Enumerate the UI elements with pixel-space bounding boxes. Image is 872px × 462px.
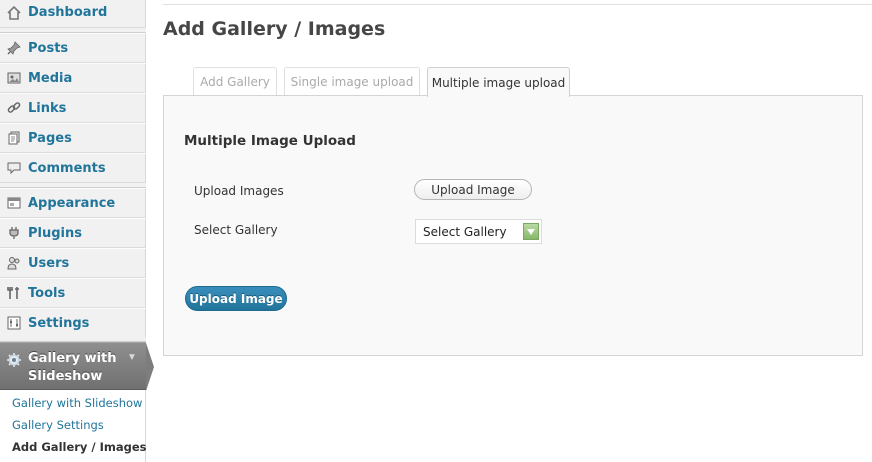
upload-panel: Multiple Image Upload Upload Images Uplo… bbox=[163, 95, 863, 356]
chevron-down-icon: ▼ bbox=[127, 352, 137, 363]
pushpin-icon bbox=[6, 40, 22, 56]
appearance-icon bbox=[6, 195, 22, 211]
sidebar-item-label: Appearance bbox=[28, 195, 116, 211]
sidebar-item-label: Plugins bbox=[28, 225, 82, 241]
gallery-select[interactable]: Select Gallery bbox=[415, 219, 542, 244]
sidebar-item-label: Media bbox=[28, 70, 73, 86]
upload-image-submit-button[interactable]: Upload Image bbox=[185, 286, 287, 311]
sidebar-item-label: Links bbox=[28, 100, 67, 116]
submenu-item-gallery-with-slideshow[interactable]: Gallery with Slideshow bbox=[12, 396, 142, 410]
top-divider bbox=[163, 4, 872, 5]
sidebar-item-label: Posts bbox=[28, 40, 69, 56]
sidebar-item-appearance[interactable]: Appearance bbox=[0, 188, 146, 218]
comment-bubble-icon bbox=[6, 160, 22, 176]
current-menu-pointer bbox=[146, 343, 154, 391]
gear-icon bbox=[6, 352, 22, 368]
sidebar-item-comments[interactable]: Comments bbox=[0, 153, 146, 183]
sidebar-item-settings[interactable]: Settings bbox=[0, 308, 146, 338]
media-icon bbox=[6, 70, 22, 86]
sidebar-item-label: Dashboard bbox=[28, 5, 108, 20]
sidebar-item-links[interactable]: Links bbox=[0, 93, 146, 123]
select-gallery-label: Select Gallery bbox=[194, 223, 278, 237]
sidebar-item-label: Comments bbox=[28, 160, 106, 176]
submenu: Gallery with Slideshow Gallery Settings … bbox=[0, 390, 147, 462]
plug-icon bbox=[6, 225, 22, 241]
sidebar-item-media[interactable]: Media bbox=[0, 63, 146, 93]
sidebar-item-pages[interactable]: Pages bbox=[0, 123, 146, 153]
sidebar-item-gallery-with-slideshow[interactable]: Gallery with Slideshow ▼ bbox=[0, 342, 154, 391]
panel-heading: Multiple Image Upload bbox=[184, 133, 356, 149]
submenu-item-gallery-settings[interactable]: Gallery Settings bbox=[12, 418, 104, 432]
sidebar-item-plugins[interactable]: Plugins bbox=[0, 218, 146, 248]
admin-sidebar: Dashboard Posts Media Links Pages Commen… bbox=[0, 0, 154, 462]
tab-single-image-upload[interactable]: Single image upload bbox=[284, 67, 420, 96]
users-icon bbox=[6, 255, 22, 271]
page-title: Add Gallery / Images bbox=[163, 18, 386, 40]
sidebar-item-label: Settings bbox=[28, 315, 90, 331]
pages-icon bbox=[6, 130, 22, 146]
tools-icon bbox=[6, 285, 22, 301]
gallery-select-value: Select Gallery bbox=[423, 225, 507, 239]
sidebar-item-posts[interactable]: Posts bbox=[0, 33, 146, 63]
tab-multiple-image-upload[interactable]: Multiple image upload bbox=[427, 67, 570, 97]
sidebar-item-label: Users bbox=[28, 255, 70, 271]
chain-link-icon bbox=[6, 100, 22, 116]
sidebar-item-label: Pages bbox=[28, 130, 72, 146]
dashboard-icon bbox=[6, 5, 22, 21]
choose-images-button[interactable]: Upload Image bbox=[414, 179, 532, 200]
upload-images-label: Upload Images bbox=[194, 184, 284, 198]
sidebar-item-label: Tools bbox=[28, 285, 66, 301]
submenu-item-add-gallery-images[interactable]: Add Gallery / Images bbox=[12, 440, 147, 454]
sidebar-item-dashboard[interactable]: Dashboard bbox=[0, 0, 146, 28]
sidebar-item-users[interactable]: Users bbox=[0, 248, 146, 278]
settings-icon bbox=[6, 315, 22, 331]
tab-add-gallery[interactable]: Add Gallery bbox=[193, 67, 277, 96]
sidebar-item-label: Gallery with Slideshow bbox=[28, 351, 117, 384]
sidebar-item-tools[interactable]: Tools bbox=[0, 278, 146, 308]
dropdown-arrow-icon[interactable] bbox=[523, 223, 539, 240]
